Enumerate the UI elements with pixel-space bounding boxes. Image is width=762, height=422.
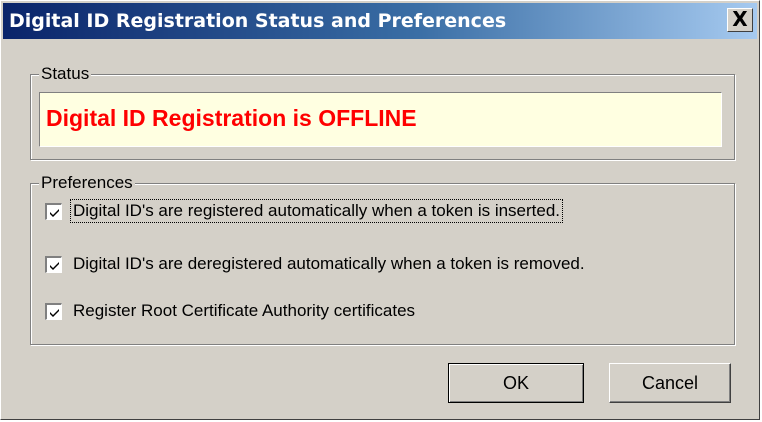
preferences-groupbox: Preferences Digital ID's are registered …	[30, 173, 735, 345]
ok-button[interactable]: OK	[448, 363, 584, 403]
status-groupbox: Status Digital ID Registration is OFFLIN…	[30, 64, 735, 160]
pref-register-root-ca[interactable]: Register Root Certificate Authority cert…	[45, 298, 417, 324]
window-title: Digital ID Registration Status and Prefe…	[9, 10, 507, 32]
register-on-insert-checkbox[interactable]	[45, 202, 62, 220]
register-on-insert-label[interactable]: Digital ID's are registered automaticall…	[69, 199, 564, 223]
status-group-label: Status	[39, 64, 92, 84]
pref-deregister-on-remove[interactable]: Digital ID's are deregistered automatica…	[45, 251, 587, 277]
register-root-ca-label[interactable]: Register Root Certificate Authority cert…	[71, 300, 417, 322]
status-field: Digital ID Registration is OFFLINE	[39, 92, 722, 147]
preferences-group-label: Preferences	[39, 173, 135, 193]
checkmark-icon	[50, 308, 59, 317]
close-icon: X	[732, 7, 748, 31]
register-root-ca-checkbox[interactable]	[45, 302, 62, 320]
dialog-window: Digital ID Registration Status and Prefe…	[0, 0, 760, 420]
cancel-button[interactable]: Cancel	[609, 363, 731, 403]
checkmark-icon	[50, 261, 59, 270]
deregister-on-remove-label[interactable]: Digital ID's are deregistered automatica…	[71, 253, 587, 275]
status-message: Digital ID Registration is OFFLINE	[46, 105, 417, 131]
checkmark-icon	[50, 208, 59, 217]
pref-register-on-insert[interactable]: Digital ID's are registered automaticall…	[45, 198, 564, 224]
title-bar[interactable]: Digital ID Registration Status and Prefe…	[3, 3, 757, 39]
close-button[interactable]: X	[727, 8, 753, 32]
deregister-on-remove-checkbox[interactable]	[45, 255, 62, 273]
